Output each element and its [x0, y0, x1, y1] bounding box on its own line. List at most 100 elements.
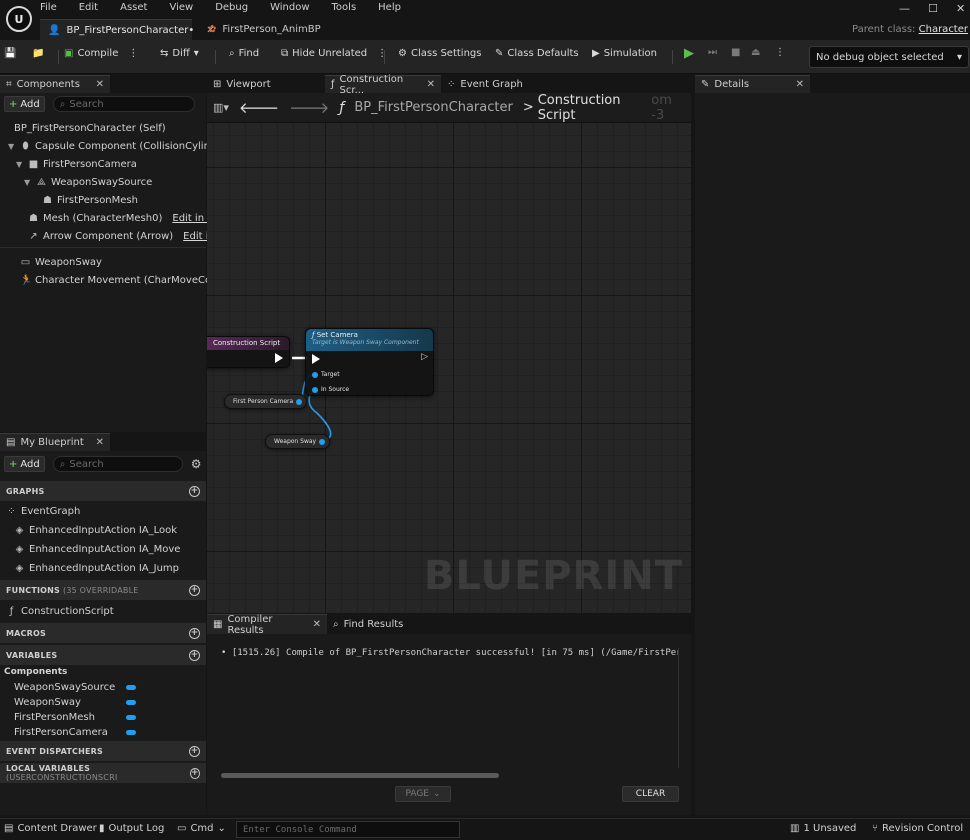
revision-control-button[interactable]: ⑂ Revision Control [872, 823, 963, 834]
components-search-input[interactable]: ⌕ Search [52, 96, 195, 112]
page-select[interactable]: PAGE ⌄ [395, 786, 451, 802]
diff-button[interactable]: ⇆ Diff ▾ [160, 48, 199, 59]
variable-item[interactable]: FirstPersonCamera [14, 723, 108, 741]
tree-item-character-movement[interactable]: 🏃 Character Movement (CharMoveComp) [20, 271, 231, 289]
exec-output-pin[interactable]: ▷ [421, 352, 428, 362]
expand-arrow-icon[interactable]: ▼ [8, 142, 16, 151]
node-get-first-person-camera[interactable]: First Person Camera [224, 394, 308, 409]
breadcrumb-root[interactable]: BP_FirstPersonCharacter [354, 100, 512, 115]
tree-item-first-person-mesh[interactable]: ☗ FirstPersonMesh [42, 191, 138, 209]
tab-components[interactable]: ⌗ Components ✕ [0, 75, 110, 93]
compile-options-icon[interactable]: ⋮ [128, 48, 138, 59]
play-options-icon[interactable]: ⋮ [775, 47, 785, 58]
class-settings-button[interactable]: ⚙ Class Settings [398, 48, 481, 59]
tab-construction-script[interactable]: ƒ Construction Scr... ✕ [325, 74, 441, 96]
output-log-button[interactable]: ▮ Output Log [99, 823, 164, 834]
unreal-logo-icon[interactable]: U [6, 6, 32, 32]
bookmark-icon[interactable]: ▥▾ [213, 101, 229, 114]
pin-dot-icon[interactable] [319, 438, 326, 445]
clear-button[interactable]: CLEAR [622, 786, 679, 802]
simulation-button[interactable]: ▶ Simulation [592, 48, 657, 59]
doc-tab-anim-bp[interactable]: ✿ FirstPerson_AnimBP [200, 19, 330, 40]
graphs-section-header[interactable]: GRAPHS + [0, 481, 206, 501]
blueprint-graph-canvas[interactable]: Construction Script ƒ Set Camera Target … [207, 123, 691, 613]
pin-in-source[interactable]: In Source [312, 386, 349, 393]
tree-item-camera[interactable]: ▼ ■ FirstPersonCamera [16, 155, 137, 173]
graph-item-ia-jump[interactable]: ◈ EnhancedInputAction IA_Jump [14, 559, 179, 577]
graph-item-ia-move[interactable]: ◈ EnhancedInputAction IA_Move [14, 540, 181, 558]
menu-asset[interactable]: Asset [120, 0, 147, 16]
play-icon[interactable]: ▶ [684, 46, 694, 61]
tree-item-weapon-sway[interactable]: ▭ WeaponSway [20, 253, 102, 271]
pin-dot-icon[interactable] [296, 398, 303, 405]
close-tab-icon[interactable]: ✕ [313, 619, 321, 630]
maximize-icon[interactable]: ☐ [928, 2, 938, 15]
exec-input-pin[interactable] [312, 354, 320, 364]
tree-item-self[interactable]: BP_FirstPersonCharacter (Self) [4, 119, 166, 137]
class-defaults-button[interactable]: ✎ Class Defaults [495, 48, 579, 59]
macros-section-header[interactable]: MACROS + [0, 623, 206, 643]
my-blueprint-search-input[interactable]: ⌕ Search [52, 456, 183, 472]
unsaved-button[interactable]: ▥ 1 Unsaved [790, 823, 856, 834]
add-function-icon[interactable]: + [189, 584, 200, 596]
add-component-button[interactable]: + Add [4, 96, 45, 112]
graph-item-ia-look[interactable]: ◈ EnhancedInputAction IA_Look [14, 521, 177, 539]
menu-edit[interactable]: Edit [79, 0, 98, 16]
forward-arrow-icon[interactable]: 🡒 [289, 98, 329, 117]
add-graph-icon[interactable]: + [189, 485, 200, 497]
doc-tab-first-person-character[interactable]: 👤 BP_FirstPersonCharacter• ✕ [40, 19, 215, 40]
graph-item-event-graph[interactable]: ⁘ EventGraph [6, 502, 80, 520]
event-dispatchers-section-header[interactable]: EVENT DISPATCHERS + [0, 741, 206, 761]
add-macro-icon[interactable]: + [189, 627, 200, 639]
close-window-icon[interactable]: ✕ [956, 2, 965, 15]
save-icon[interactable]: 💾 [4, 48, 16, 59]
back-arrow-icon[interactable]: 🡐 [239, 98, 279, 117]
add-member-button[interactable]: + Add [4, 456, 45, 472]
tab-event-graph[interactable]: ⁘ Event Graph [441, 75, 551, 93]
exec-output-pin[interactable] [275, 353, 283, 363]
tab-compiler-results[interactable]: ▦ Compiler Results ✕ [207, 614, 327, 636]
tab-my-blueprint[interactable]: ▤ My Blueprint ✕ [0, 433, 110, 451]
pin-target[interactable]: Target [312, 371, 340, 378]
add-local-variable-icon[interactable]: + [189, 767, 200, 779]
content-drawer-button[interactable]: ▤ Content Drawer [4, 823, 97, 834]
console-command-input[interactable]: Enter Console Command [236, 821, 460, 838]
vertical-scrollbar[interactable] [678, 648, 679, 768]
functions-section-header[interactable]: FUNCTIONS (35 OVERRIDABLE + [0, 580, 206, 600]
browse-icon[interactable]: 📁 [32, 48, 44, 59]
eject-icon[interactable]: ⏏ [751, 47, 760, 58]
function-item-construction-script[interactable]: ƒ ConstructionScript [6, 602, 114, 620]
add-variable-icon[interactable]: + [189, 649, 200, 661]
more-options-icon[interactable]: ⋮ [377, 48, 387, 59]
stop-icon[interactable]: ■ [731, 47, 740, 58]
node-set-camera[interactable]: ƒ Set Camera Target is Weapon Sway Compo… [305, 328, 434, 396]
close-tab-icon[interactable]: ✕ [427, 79, 435, 90]
expand-arrow-icon[interactable]: ▼ [24, 178, 32, 187]
add-dispatcher-icon[interactable]: + [189, 745, 200, 757]
tab-details[interactable]: ✎ Details ✕ [695, 75, 810, 93]
menu-debug[interactable]: Debug [215, 0, 248, 16]
tab-viewport[interactable]: ⊞ Viewport [207, 75, 325, 93]
find-button[interactable]: ⌕ Find [229, 48, 259, 59]
close-tab-icon[interactable]: ✕ [96, 79, 104, 90]
tab-find-results[interactable]: ⌕ Find Results [327, 614, 427, 634]
menu-help[interactable]: Help [378, 0, 401, 16]
step-icon[interactable]: ⏭ [708, 47, 717, 58]
parent-class-link[interactable]: Character [919, 24, 968, 35]
menu-view[interactable]: View [169, 0, 193, 16]
horizontal-scrollbar-thumb[interactable] [221, 773, 499, 778]
gear-icon[interactable]: ⚙ [191, 457, 202, 471]
tree-item-capsule[interactable]: ▼ ⬮ Capsule Component (CollisionCylinder… [8, 137, 230, 155]
cmd-select[interactable]: ▭ Cmd ⌄ [177, 823, 226, 834]
minimize-icon[interactable]: — [899, 2, 910, 15]
expand-arrow-icon[interactable]: ▼ [16, 160, 24, 169]
variables-section-header[interactable]: VARIABLES + [0, 645, 206, 665]
menu-tools[interactable]: Tools [332, 0, 357, 16]
menu-file[interactable]: File [40, 0, 57, 16]
tree-item-mesh[interactable]: ☗ Mesh (CharacterMesh0) Edit in C++ [28, 209, 231, 227]
tree-item-weapon-sway-source[interactable]: ▼ ⟁ WeaponSwaySource [24, 173, 152, 191]
local-variables-section-header[interactable]: LOCAL VARIABLES (USERCONSTRUCTIONSCRI + [0, 763, 206, 783]
close-tab-icon[interactable]: ✕ [796, 79, 804, 90]
debug-object-select[interactable]: No debug object selected ▾ [809, 46, 969, 68]
compile-button[interactable]: ▣ Compile ⋮ [64, 48, 138, 59]
